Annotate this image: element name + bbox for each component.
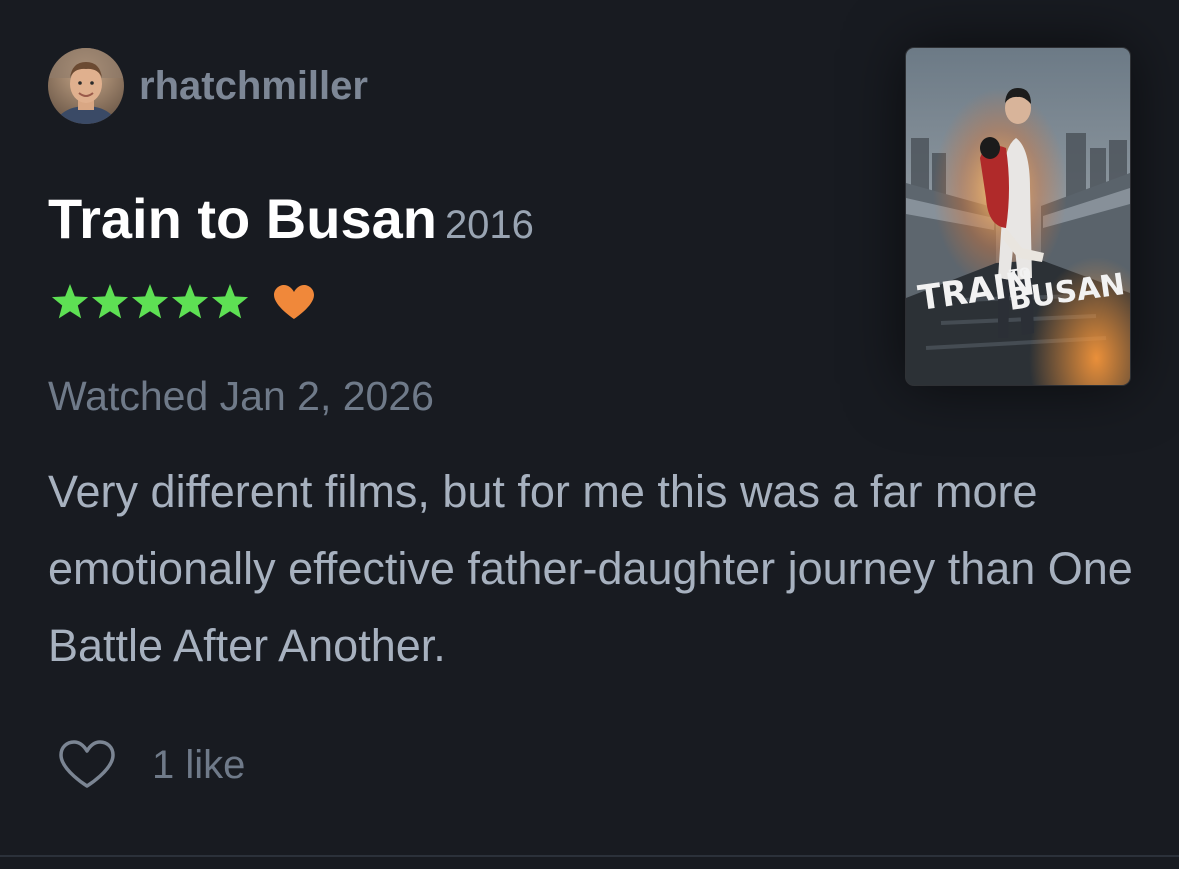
review-text: Very different films, but for me this wa… <box>48 466 1133 671</box>
film-title-link[interactable]: Train to Busan <box>48 187 437 250</box>
star-icon <box>131 284 169 319</box>
star-icon <box>51 284 89 319</box>
like-count[interactable]: 1 like <box>152 743 245 788</box>
username-link[interactable]: rhatchmiller <box>139 62 368 110</box>
heart-filled-icon <box>274 285 314 319</box>
poster-artwork: TRAIN TO BUSAN <box>906 48 1130 385</box>
avatar[interactable] <box>48 48 124 124</box>
like-row: 1 like <box>56 738 245 792</box>
watched-date: Watched Jan 2, 2026 <box>48 373 434 419</box>
star-icon <box>91 284 129 319</box>
star-icon <box>211 284 249 319</box>
star-icon <box>171 284 209 319</box>
film-poster[interactable]: TRAIN TO BUSAN <box>906 48 1130 385</box>
rating-display <box>51 284 314 319</box>
rating-row <box>48 280 328 324</box>
film-year-link[interactable]: 2016 <box>445 203 534 247</box>
divider <box>0 855 1179 857</box>
film-heading: Train to Busan 2016 <box>48 186 534 267</box>
heart-outline-icon <box>59 740 115 788</box>
like-button[interactable] <box>56 738 118 792</box>
avatar-photo <box>48 48 124 124</box>
